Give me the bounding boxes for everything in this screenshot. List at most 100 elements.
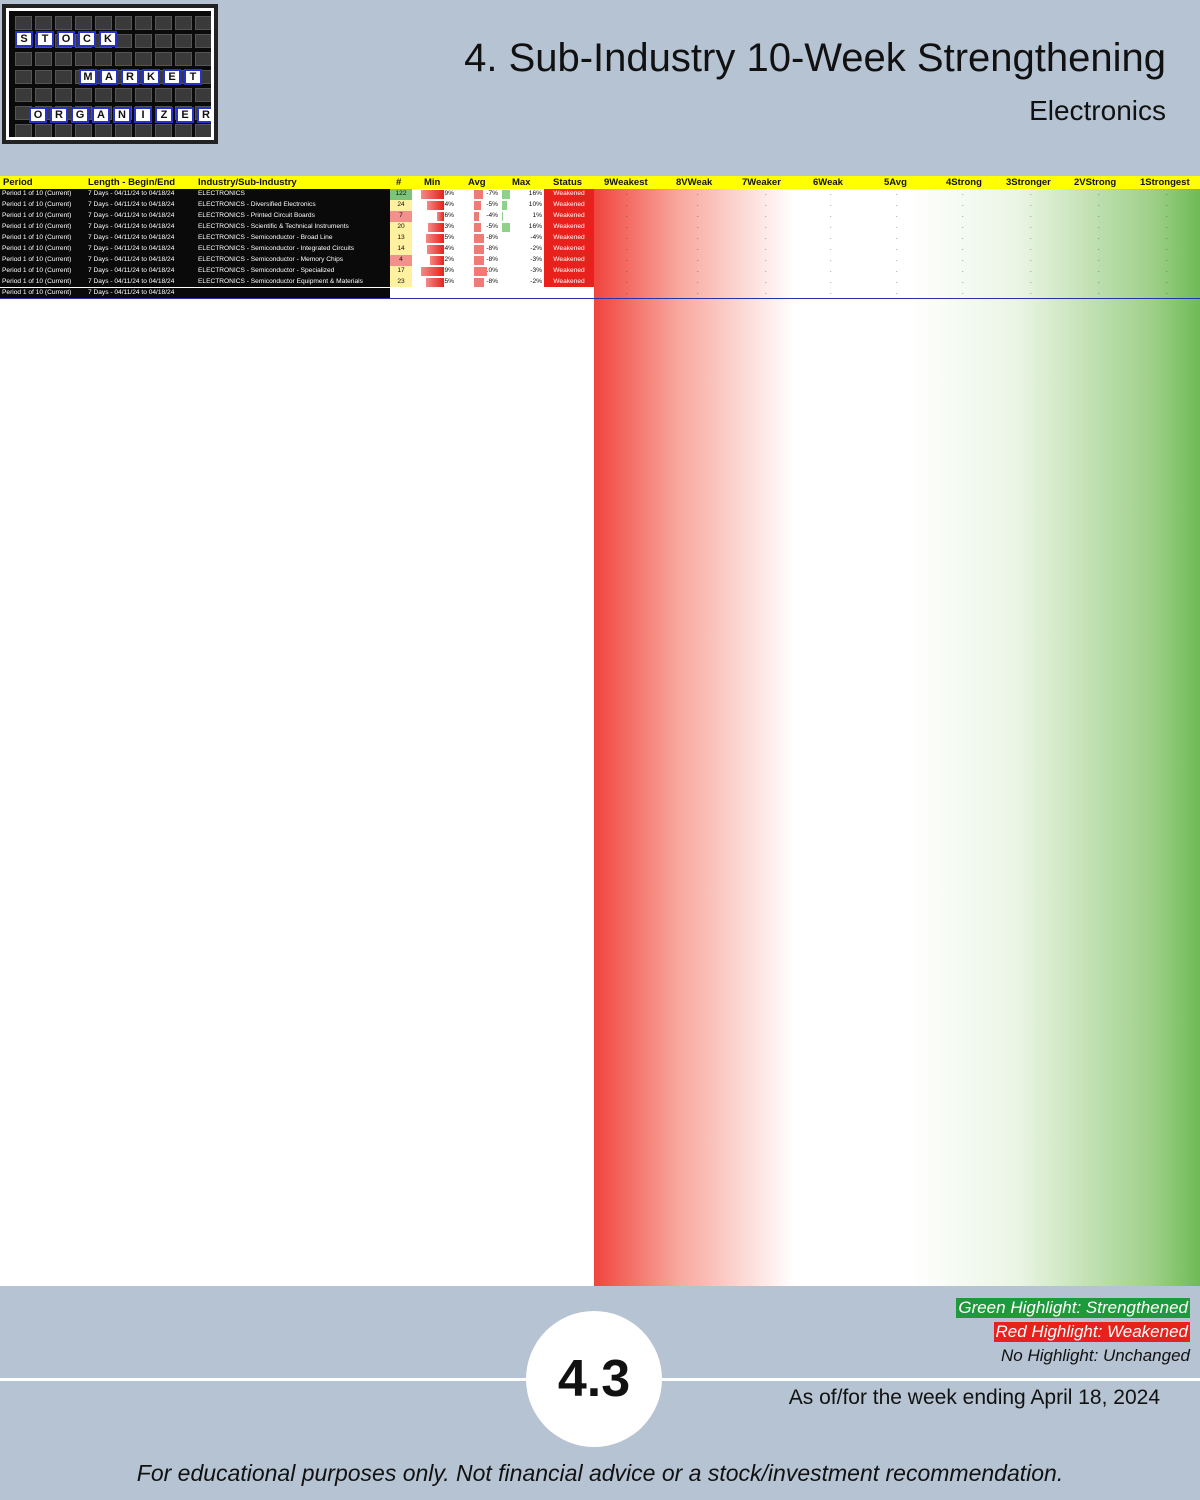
empty-cell-dot: . <box>1098 213 1100 220</box>
header-col: 9Weakest <box>604 177 648 188</box>
max-cell: -2% <box>530 277 542 285</box>
count-cell: 23 <box>390 276 412 288</box>
empty-cell-dot: . <box>626 191 628 198</box>
avg-cell: -5% <box>456 222 500 233</box>
empty-cell-dot: . <box>697 289 699 296</box>
empty-cell-dot: . <box>1166 202 1168 209</box>
count-cell: 122 <box>390 189 412 201</box>
logo-letter: K <box>99 31 117 47</box>
length-cell: 7 Days - 04/11/24 to 04/18/24 <box>88 254 198 266</box>
score-badge: 4.3 <box>526 1311 662 1447</box>
empty-cell-dot: . <box>896 245 898 252</box>
header-length: Length - Begin/End <box>88 177 176 188</box>
period-cell: Period 1 of 10 (Current) <box>0 189 88 201</box>
count-cell: 7 <box>390 211 412 223</box>
logo-tile <box>135 124 152 137</box>
logo-word: STOCK <box>15 31 117 47</box>
logo-tile <box>35 52 52 66</box>
logo-tile <box>155 34 172 48</box>
empty-cell-dot: . <box>896 289 898 296</box>
empty-cell-dot: . <box>1098 191 1100 198</box>
logo-tile <box>75 52 92 66</box>
avg-bar <box>474 190 484 200</box>
empty-cell-dot: . <box>962 267 964 274</box>
logo-tile <box>95 16 112 30</box>
logo-tile <box>115 124 132 137</box>
logo-tile <box>195 16 211 30</box>
avg-bar <box>474 234 485 243</box>
logo-tile <box>35 88 52 102</box>
empty-cell-dot: . <box>830 278 832 285</box>
empty-cell-dot: . <box>1166 256 1168 263</box>
empty-cell-dot: . <box>1166 235 1168 241</box>
page-subtitle: Electronics <box>1029 95 1166 126</box>
logo-tile <box>115 88 132 102</box>
avg-cell <box>456 288 500 299</box>
empty-cell-dot: . <box>896 202 898 209</box>
page-title: 4. Sub-Industry 10-Week Strengthening <box>464 36 1166 80</box>
logo-letter: T <box>36 31 54 47</box>
min-cell: -15% <box>412 277 456 288</box>
logo-tile <box>175 52 192 66</box>
logo-tile <box>195 34 211 48</box>
logo-letter: R <box>197 107 211 123</box>
legend-strengthened: Green Highlight: Strengthened <box>956 1298 1190 1318</box>
logo-tile <box>55 16 72 30</box>
empty-cell-dot: . <box>765 278 767 285</box>
empty-cell-dot: . <box>962 213 964 220</box>
logo-tile <box>195 124 211 137</box>
empty-cell-dot: . <box>1166 278 1168 285</box>
empty-cell-dot: . <box>896 213 898 220</box>
empty-cell-dot: . <box>626 289 628 296</box>
empty-cell-dot: . <box>697 235 699 241</box>
logo-tile <box>175 88 192 102</box>
empty-cell-dot: . <box>626 213 628 220</box>
empty-cell-dot: . <box>1030 202 1032 209</box>
max-cell: 1% <box>502 212 542 222</box>
empty-cell-dot: . <box>1098 224 1100 231</box>
disclaimer: For educational purposes only. Not finan… <box>136 1460 1064 1486</box>
logo-tile <box>15 124 32 137</box>
period-cell: Period 1 of 10 (Current) <box>0 265 88 277</box>
industry-cell: ELECTRONICS - Diversified Electronics <box>198 200 390 212</box>
logo-tile <box>55 88 72 102</box>
length-cell: 7 Days - 04/11/24 to 04/18/24 <box>88 189 198 201</box>
header-period: Period <box>3 177 33 188</box>
length-cell: 7 Days - 04/11/24 to 04/18/24 <box>88 233 198 244</box>
logo-letter: R <box>121 69 139 85</box>
empty-cell-dot: . <box>1166 213 1168 220</box>
logo-tile <box>135 52 152 66</box>
length-cell: 7 Days - 04/11/24 to 04/18/24 <box>88 265 198 277</box>
logo-letter: N <box>113 107 131 123</box>
min-cell: -6% <box>412 211 456 222</box>
empty-cell-dot: . <box>626 202 628 209</box>
avg-bar <box>474 266 487 276</box>
logo-tile <box>75 16 92 30</box>
empty-cell-dot: . <box>765 235 767 241</box>
min-bar <box>426 277 444 287</box>
logo-tile <box>95 52 112 66</box>
table-row: Period 1 of 10 (Current) 7 Days - 04/11/2… <box>0 222 1200 233</box>
empty-cell-dot: . <box>626 235 628 241</box>
logo-tile <box>75 88 92 102</box>
empty-cell-dot: . <box>1166 289 1168 296</box>
empty-cell-dot: . <box>1166 267 1168 274</box>
header-col: 6Weak <box>813 177 843 188</box>
logo: STOCKMARKETORGANIZER <box>2 4 218 144</box>
logo-tile <box>55 124 72 137</box>
table-row: Period 1 of 10 (Current) 7 Days - 04/11/2… <box>0 189 1200 201</box>
header-avg: Avg <box>468 177 486 188</box>
length-cell: 7 Days - 04/11/24 to 04/18/24 <box>88 276 198 288</box>
logo-tile <box>195 88 211 102</box>
empty-cell-dot: . <box>1166 191 1168 198</box>
max-cell: -4% <box>530 234 542 241</box>
empty-cell-dot: . <box>1030 278 1032 285</box>
legend-unchanged: No Highlight: Unchanged <box>1000 1346 1190 1365</box>
status-cell: Weakened <box>544 243 594 255</box>
logo-tile <box>175 124 192 137</box>
avg-bar <box>474 277 485 287</box>
period-cell: Period 1 of 10 (Current) <box>0 276 88 288</box>
empty-cell-dot: . <box>896 224 898 231</box>
empty-cell-dot: . <box>962 202 964 209</box>
empty-cell-dot: . <box>830 191 832 198</box>
